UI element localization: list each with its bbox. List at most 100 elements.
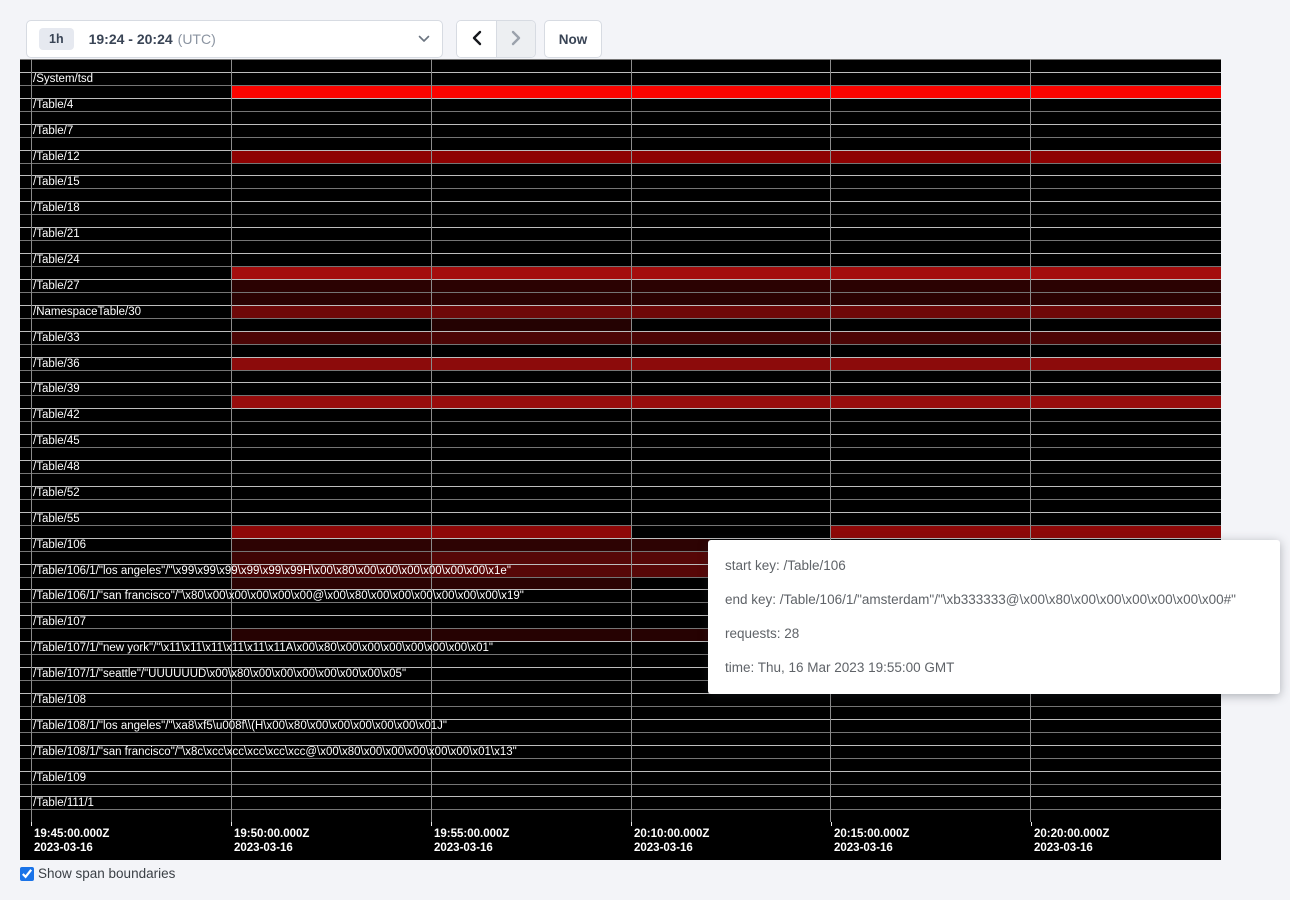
heatmap-row[interactable]	[20, 370, 1221, 383]
heatmap-band[interactable]	[231, 293, 1221, 305]
row-label: /Table/48	[33, 461, 80, 474]
heatmap-row[interactable]: /Table/4	[20, 98, 1221, 111]
heatmap-row[interactable]: /Table/108	[20, 693, 1221, 706]
heatmap-row[interactable]: /Table/24	[20, 253, 1221, 266]
heatmap-row[interactable]: /NamespaceTable/30	[20, 305, 1221, 318]
heatmap-row[interactable]	[20, 240, 1221, 253]
key-visualizer-chart[interactable]: /System/tsd/Table/4/Table/7/Table/12/Tab…	[20, 59, 1221, 860]
heatmap-band[interactable]	[431, 319, 631, 331]
heatmap-row[interactable]	[20, 188, 1221, 201]
heatmap-row[interactable]: /Table/12	[20, 150, 1221, 163]
heatmap-row[interactable]	[20, 395, 1221, 408]
row-label: /Table/55	[33, 513, 80, 526]
heatmap-row[interactable]	[20, 292, 1221, 305]
time-range-selector[interactable]: 1h 19:24 - 20:24 (UTC)	[26, 20, 443, 58]
key-visualizer-page: 1h 19:24 - 20:24 (UTC) Now /System/tsd/T…	[0, 0, 1290, 900]
row-label: /Table/15	[33, 176, 80, 189]
heatmap-band[interactable]	[231, 86, 1221, 98]
heatmap-row[interactable]: /Table/108/1/"san francisco"/"\x8c\xcc\x…	[20, 745, 1221, 758]
row-label: /Table/107	[33, 616, 86, 629]
heatmap-row[interactable]	[20, 59, 1221, 72]
row-label: /Table/109	[33, 772, 86, 785]
row-label: /Table/36	[33, 358, 80, 371]
heatmap-row[interactable]	[20, 137, 1221, 150]
heatmap-row[interactable]: /Table/18	[20, 201, 1221, 214]
heatmap-row[interactable]	[20, 784, 1221, 797]
heatmap-row[interactable]	[20, 318, 1221, 331]
chevron-left-icon	[470, 30, 484, 49]
heatmap-row[interactable]	[20, 499, 1221, 512]
row-label: /Table/106/1/"los angeles"/"\x99\x99\x99…	[33, 565, 511, 578]
heatmap-band[interactable]	[231, 332, 1221, 344]
time-preset-badge: 1h	[39, 28, 74, 50]
span-boundaries-control[interactable]: Show span boundaries	[20, 866, 175, 881]
heatmap-row[interactable]: /Table/21	[20, 227, 1221, 240]
heatmap-row[interactable]	[20, 809, 1221, 822]
axis-tick-label: 20:20:00.000Z2023-03-16	[1034, 827, 1109, 855]
heatmap-row[interactable]: /Table/109	[20, 771, 1221, 784]
heatmap-row[interactable]: /System/tsd	[20, 72, 1221, 85]
heatmap-row[interactable]: /Table/52	[20, 486, 1221, 499]
heatmap-row[interactable]	[20, 85, 1221, 98]
heatmap-band[interactable]	[231, 280, 1221, 292]
axis-tick-date: 2023-03-16	[34, 841, 109, 855]
heatmap-band[interactable]	[231, 396, 1221, 408]
axis-tick-mark	[231, 822, 232, 826]
heatmap-row[interactable]: /Table/36	[20, 357, 1221, 370]
heatmap-row[interactable]: /Table/15	[20, 175, 1221, 188]
time-axis: 19:45:00.000Z2023-03-1619:50:00.000Z2023…	[20, 822, 1221, 860]
heatmap-row[interactable]: /Table/33	[20, 331, 1221, 344]
axis-tick-date: 2023-03-16	[1034, 841, 1109, 855]
timezone-label: (UTC)	[178, 31, 216, 47]
heatmap-row[interactable]: /Table/55	[20, 512, 1221, 525]
row-label: /Table/7	[33, 125, 73, 138]
heatmap-row[interactable]: /Table/111/1	[20, 796, 1221, 809]
heatmap-band[interactable]	[431, 552, 710, 564]
heatmap-row[interactable]	[20, 447, 1221, 460]
axis-tick-time: 19:50:00.000Z	[234, 827, 309, 841]
heatmap-band[interactable]	[231, 267, 1221, 279]
heatmap-row[interactable]: /Table/48	[20, 460, 1221, 473]
heatmap-row[interactable]: /Table/108/1/"los angeles"/"\xa8\xf5\u00…	[20, 719, 1221, 732]
heatmap-row[interactable]	[20, 525, 1221, 538]
heatmap-row[interactable]: /Table/42	[20, 408, 1221, 421]
heatmap-band[interactable]	[830, 526, 1221, 538]
heatmap-band[interactable]	[231, 578, 631, 590]
heatmap-row[interactable]	[20, 706, 1221, 719]
span-boundaries-checkbox[interactable]	[20, 867, 34, 881]
heatmap-row[interactable]	[20, 732, 1221, 745]
heatmap-row[interactable]: /Table/39	[20, 382, 1221, 395]
row-label: /Table/108/1/"los angeles"/"\xa8\xf5\u00…	[33, 720, 447, 733]
heatmap-row[interactable]: /Table/27	[20, 279, 1221, 292]
span-boundaries-label: Show span boundaries	[38, 866, 175, 881]
heatmap-band[interactable]	[231, 539, 710, 551]
heatmap-band[interactable]	[231, 552, 431, 564]
heatmap-row[interactable]	[20, 266, 1221, 279]
heatmap-row[interactable]	[20, 163, 1221, 176]
heatmap-row[interactable]	[20, 111, 1221, 124]
next-button[interactable]	[496, 21, 535, 57]
row-label: /Table/24	[33, 254, 80, 267]
heatmap-row[interactable]	[20, 421, 1221, 434]
heatmap-row[interactable]: /Table/45	[20, 434, 1221, 447]
axis-tick-label: 19:50:00.000Z2023-03-16	[234, 827, 309, 855]
tooltip-time: time: Thu, 16 Mar 2023 19:55:00 GMT	[725, 651, 1263, 685]
row-label: /Table/111/1	[33, 797, 94, 810]
axis-tick-date: 2023-03-16	[834, 841, 909, 855]
heatmap-row[interactable]	[20, 473, 1221, 486]
heatmap-band[interactable]	[231, 151, 1221, 163]
row-label: /System/tsd	[33, 73, 93, 86]
row-label: /Table/42	[33, 409, 80, 422]
axis-tick-mark	[431, 822, 432, 826]
prev-button[interactable]	[457, 21, 496, 57]
axis-tick-label: 20:15:00.000Z2023-03-16	[834, 827, 909, 855]
heatmap-row[interactable]	[20, 214, 1221, 227]
heatmap-band[interactable]	[231, 526, 631, 538]
heatmap-band[interactable]	[231, 306, 1221, 318]
now-button[interactable]: Now	[544, 20, 602, 58]
heatmap-row[interactable]	[20, 758, 1221, 771]
heatmap-row[interactable]: /Table/7	[20, 124, 1221, 137]
heatmap-row[interactable]	[20, 344, 1221, 357]
heatmap-band[interactable]	[231, 629, 710, 641]
heatmap-band[interactable]	[231, 358, 1221, 370]
